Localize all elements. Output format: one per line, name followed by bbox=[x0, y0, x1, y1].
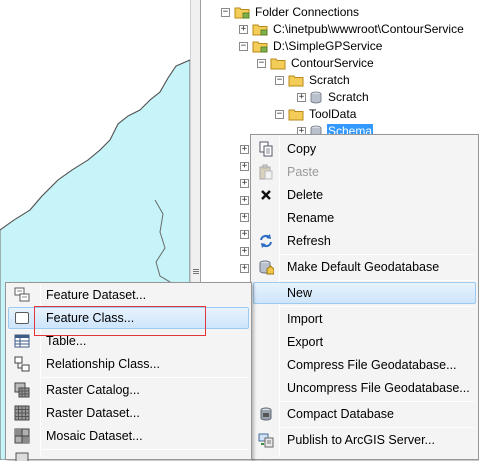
menu-separator bbox=[281, 254, 474, 255]
refresh-icon bbox=[258, 233, 274, 249]
menu-item-paste[interactable]: Paste bbox=[253, 161, 476, 183]
menu-item-compact-database[interactable]: Compact Database bbox=[253, 403, 476, 425]
menu-item-refresh[interactable]: Refresh bbox=[253, 230, 476, 252]
expander-icon[interactable]: + bbox=[240, 213, 249, 222]
tree-item-folder-connections[interactable]: − Folder Connections bbox=[221, 4, 360, 21]
menu-item-copy[interactable]: Copy bbox=[253, 138, 476, 160]
tree-item-simplegpservice[interactable]: − D:\SimpleGPService bbox=[239, 38, 383, 55]
expander-icon[interactable]: − bbox=[257, 59, 266, 68]
expander-icon[interactable]: + bbox=[240, 179, 249, 188]
feature-dataset-icon bbox=[14, 287, 30, 303]
menu-item-feature-dataset[interactable]: Feature Dataset... bbox=[8, 284, 249, 306]
relationship-class-icon bbox=[14, 356, 30, 372]
copy-icon bbox=[258, 141, 274, 157]
menu-item-relationship-class[interactable]: Relationship Class... bbox=[8, 353, 249, 375]
menu-item-raster-dataset[interactable]: Raster Dataset... bbox=[8, 402, 249, 424]
tree-item-label: ContourService bbox=[291, 56, 374, 70]
expander-icon[interactable]: + bbox=[240, 247, 249, 256]
expander-icon[interactable]: − bbox=[221, 8, 230, 17]
folder-connection-icon bbox=[252, 41, 268, 53]
new-submenu: Feature Dataset... Feature Class... Tabl… bbox=[5, 282, 252, 461]
menu-item-rename[interactable]: Rename bbox=[253, 207, 476, 229]
tree-item-label: Folder Connections bbox=[255, 5, 360, 19]
compact-database-icon bbox=[258, 406, 274, 422]
geodatabase-icon bbox=[310, 91, 322, 104]
expander-icon[interactable]: − bbox=[275, 110, 284, 119]
menu-item-feature-class[interactable]: Feature Class... bbox=[8, 307, 249, 329]
folder-connection-icon bbox=[252, 24, 268, 36]
mosaic-dataset-icon bbox=[14, 428, 30, 444]
menu-separator bbox=[281, 306, 474, 307]
context-menu: Copy Paste Delete Rename Refresh Make De… bbox=[250, 134, 479, 460]
tree-item-label: Scratch bbox=[309, 73, 350, 87]
tree-item-label: ToolData bbox=[309, 107, 357, 121]
home-geodatabase-icon bbox=[258, 259, 274, 275]
expander-icon[interactable]: + bbox=[240, 145, 249, 154]
raster-dataset-icon bbox=[14, 405, 30, 421]
open-folder-icon bbox=[288, 109, 304, 121]
expander-icon[interactable]: + bbox=[240, 196, 249, 205]
menu-item-new[interactable]: New bbox=[253, 282, 476, 304]
publish-server-icon bbox=[258, 432, 274, 448]
menu-item-uncompress[interactable]: Uncompress File Geodatabase... bbox=[253, 377, 476, 399]
menu-item-import[interactable]: Import bbox=[253, 308, 476, 330]
tree-item-contourservice[interactable]: − ContourService bbox=[257, 55, 375, 72]
expander-icon[interactable]: + bbox=[240, 264, 249, 273]
open-folder-icon bbox=[288, 75, 304, 87]
paste-icon bbox=[258, 164, 274, 180]
folder-connection-icon bbox=[234, 7, 250, 19]
menu-item-delete[interactable]: Delete bbox=[253, 184, 476, 206]
tree-item-scratch-gdb[interactable]: + Scratch bbox=[297, 89, 370, 106]
tree-item-label: C:\inetpub\wwwroot\ContourService bbox=[273, 22, 464, 36]
tree-item-label: Scratch bbox=[328, 90, 369, 104]
expander-icon[interactable]: − bbox=[275, 76, 284, 85]
expander-icon[interactable]: + bbox=[240, 230, 249, 239]
feature-class-icon bbox=[14, 310, 30, 326]
expander-icon[interactable]: − bbox=[239, 42, 248, 51]
open-folder-icon bbox=[270, 58, 286, 70]
tree-item-label: D:\SimpleGPService bbox=[273, 39, 383, 53]
menu-item-table[interactable]: Table... bbox=[8, 330, 249, 352]
tree-item-tooldata[interactable]: − ToolData bbox=[275, 106, 357, 123]
splitter-grip[interactable] bbox=[193, 268, 199, 276]
tree-item-inetpub[interactable]: + C:\inetpub\wwwroot\ContourService bbox=[239, 21, 465, 38]
menu-item-publish[interactable]: Publish to ArcGIS Server... bbox=[253, 429, 476, 451]
expander-icon[interactable]: + bbox=[297, 93, 306, 102]
menu-item-mosaic-dataset[interactable]: Mosaic Dataset... bbox=[8, 425, 249, 447]
tree-item-scratch-folder[interactable]: − Scratch bbox=[275, 72, 351, 89]
menu-item-compress[interactable]: Compress File Geodatabase... bbox=[253, 354, 476, 376]
table-icon bbox=[14, 333, 30, 349]
menu-item-export[interactable]: Export bbox=[253, 331, 476, 353]
menu-item-raster-catalog[interactable]: Raster Catalog... bbox=[8, 379, 249, 401]
menu-item-make-default-geodatabase[interactable]: Make Default Geodatabase bbox=[253, 256, 476, 278]
menu-separator bbox=[281, 280, 474, 281]
expander-icon[interactable]: + bbox=[240, 162, 249, 171]
raster-catalog-icon bbox=[14, 382, 30, 398]
expander-icon[interactable]: + bbox=[239, 25, 248, 34]
delete-icon bbox=[258, 187, 274, 203]
menu-separator bbox=[281, 427, 474, 428]
menu-separator bbox=[281, 401, 474, 402]
menu-separator bbox=[42, 377, 247, 378]
menu-separator bbox=[42, 449, 247, 450]
